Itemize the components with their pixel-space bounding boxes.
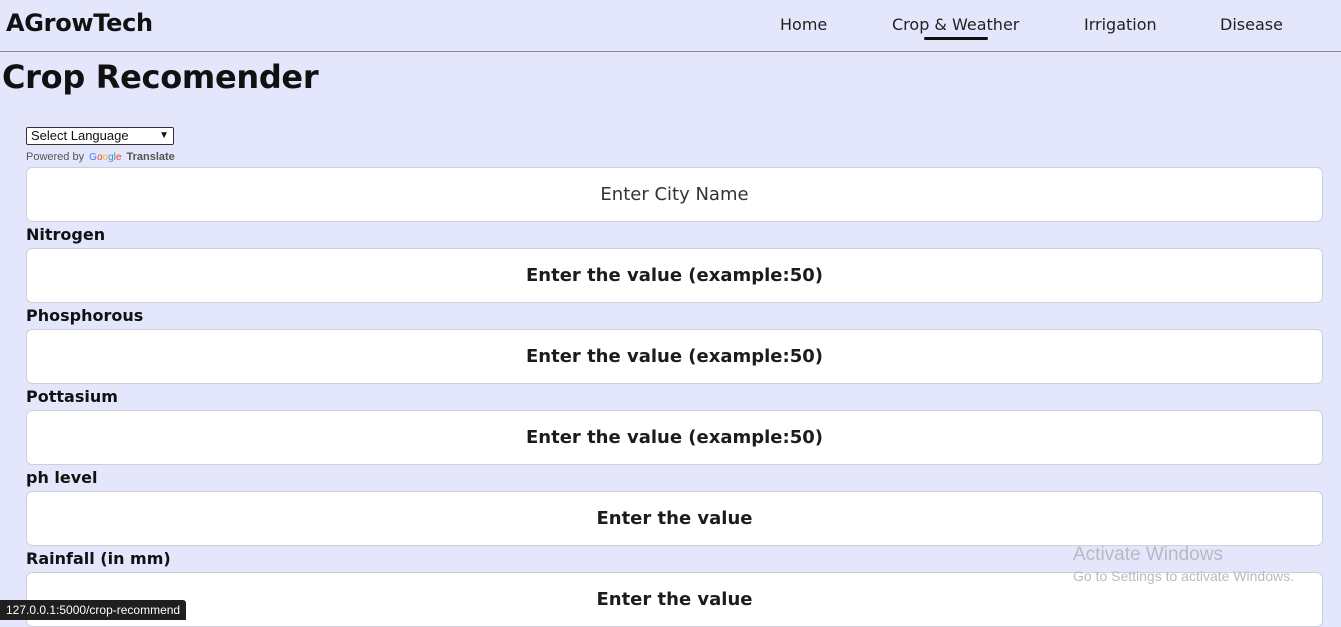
page-title: Crop Recomender [2,58,319,96]
ph-level-input[interactable]: Enter the value [26,491,1323,546]
language-select[interactable]: Select Language ▼ [26,127,174,145]
nitrogen-label: Nitrogen [26,225,106,244]
translate-link[interactable]: Translate [126,151,174,163]
brand-logo[interactable]: AGrowTech [6,9,153,37]
pottasium-label: Pottasium [26,387,118,406]
city-input[interactable]: Enter City Name [26,167,1323,222]
phosphorous-input[interactable]: Enter the value (example:50) [26,329,1323,384]
google-logo: Google [89,152,122,163]
chevron-down-icon: ▼ [159,130,169,141]
activate-windows-watermark: Activate Windows Go to Settings to activ… [1073,544,1294,584]
watermark-subtitle: Go to Settings to activate Windows. [1073,568,1294,584]
top-navbar: AGrowTech Home Crop & Weather Irrigation… [0,0,1341,52]
rainfall-label: Rainfall (in mm) [26,549,171,568]
nav-link-irrigation[interactable]: Irrigation [1084,15,1157,34]
active-nav-indicator [924,37,988,40]
google-translate-attribution: Powered by Google Translate [26,151,175,163]
nav-link-disease[interactable]: Disease [1220,15,1283,34]
nav-link-home[interactable]: Home [780,15,827,34]
nitrogen-input[interactable]: Enter the value (example:50) [26,248,1323,303]
pottasium-input[interactable]: Enter the value (example:50) [26,410,1323,465]
nav-link-crop-weather[interactable]: Crop & Weather [892,15,1019,34]
status-bar-url: 127.0.0.1:5000/crop-recommend [0,600,187,620]
phosphorous-label: Phosphorous [26,306,144,325]
language-select-value: Select Language [31,128,129,143]
powered-by-text: Powered by [26,151,85,163]
watermark-title: Activate Windows [1073,544,1223,565]
ph-level-label: ph level [26,468,98,487]
